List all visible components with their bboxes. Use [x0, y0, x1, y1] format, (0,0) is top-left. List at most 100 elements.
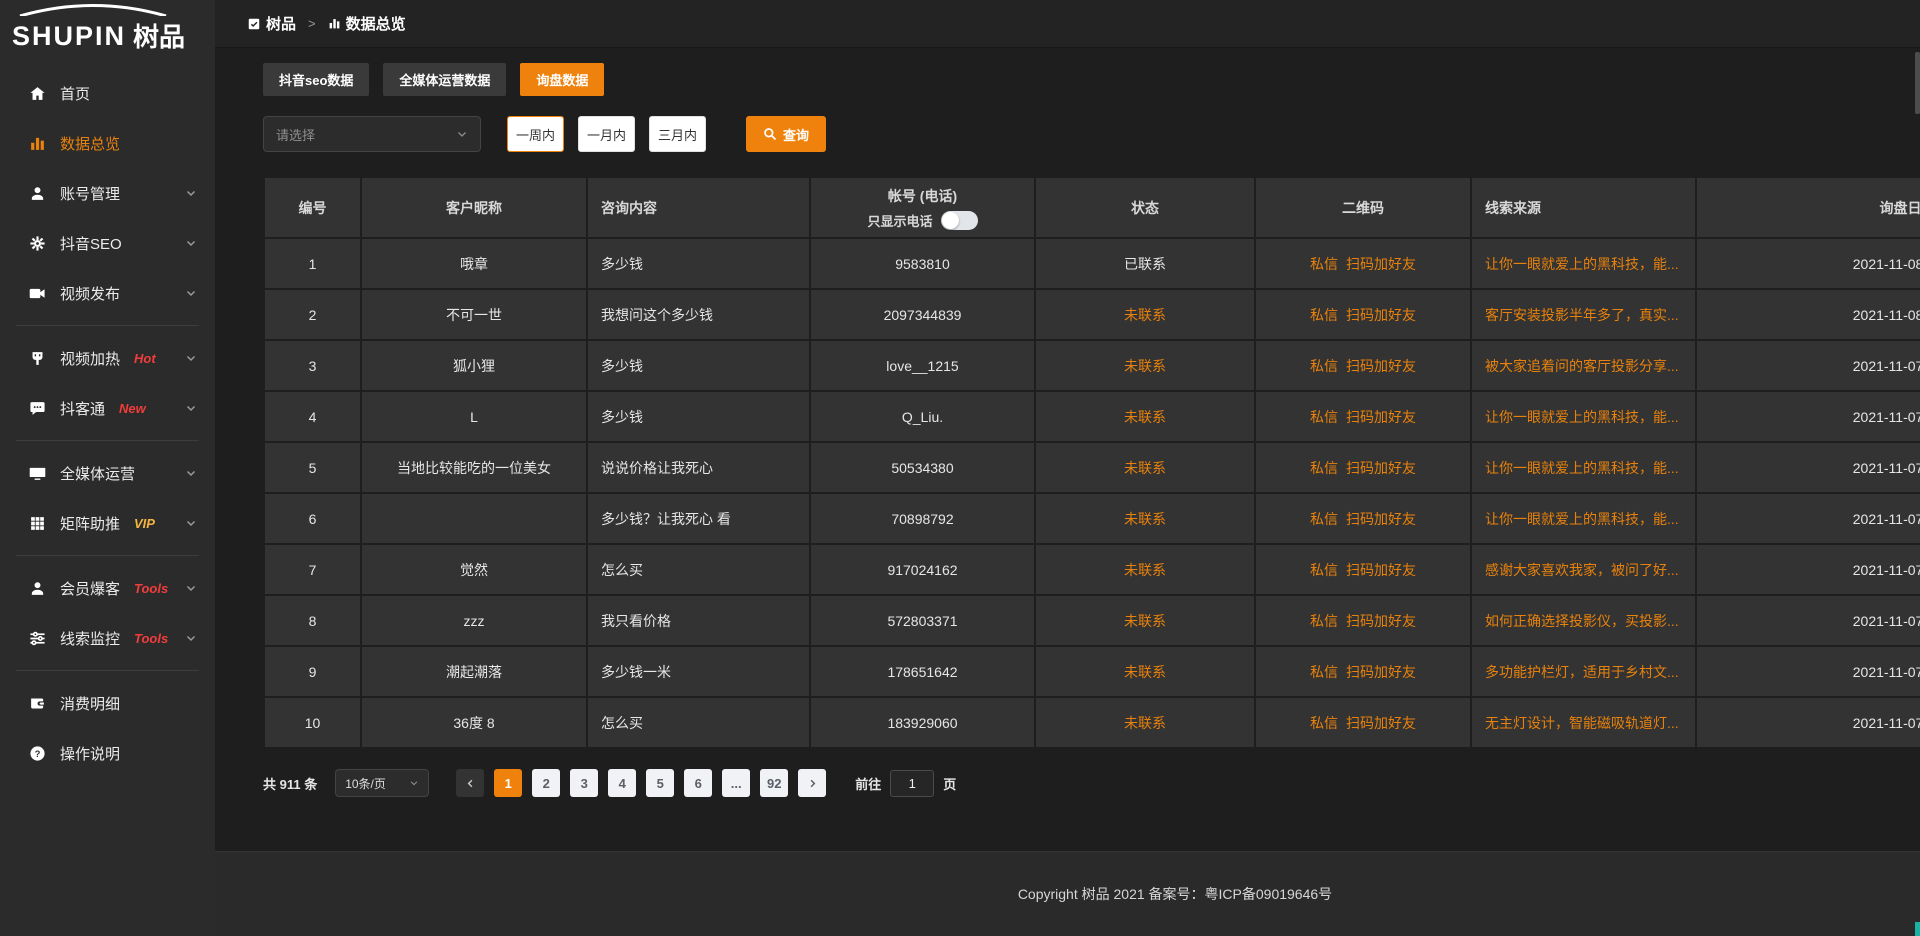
sidebar-item-member-baoke[interactable]: 会员爆客 Tools [0, 563, 215, 613]
sidebar-item-consumption-details[interactable]: 消费明细 [0, 678, 215, 728]
page-button-2[interactable]: 2 [532, 769, 560, 797]
search-button[interactable]: 查询 [746, 116, 826, 152]
table-row: 3 狐小狸 多少钱 love__1215 未联系 私信扫码加好友 被大家追着问的… [264, 340, 1920, 391]
page-button-4[interactable]: 4 [608, 769, 636, 797]
cell-source-link[interactable]: 无主灯设计，智能磁吸轨道灯... [1471, 697, 1696, 748]
scan-add-friend-link[interactable]: 扫码加好友 [1346, 256, 1416, 272]
sidebar-item-matrix-boost[interactable]: 矩阵助推 VIP [0, 498, 215, 548]
cell-source-link[interactable]: 让你一眼就爱上的黑科技，能... [1471, 391, 1696, 442]
cell-source-link[interactable]: 让你一眼就爱上的黑科技，能... [1471, 238, 1696, 289]
private-message-link[interactable]: 私信 [1310, 664, 1338, 680]
cell-account: love__1215 [810, 340, 1035, 391]
sidebar-item-home[interactable]: 首页 [0, 68, 215, 118]
private-message-link[interactable]: 私信 [1310, 613, 1338, 629]
page-button-1[interactable]: 1 [494, 769, 522, 797]
range-one-week-button[interactable]: 一周内 [507, 116, 564, 152]
col-header-source: 线索来源 [1471, 177, 1696, 238]
cell-content: 我只看价格 [587, 595, 810, 646]
scrollbar-thumb[interactable] [1915, 52, 1920, 114]
cell-source-link[interactable]: 让你一眼就爱上的黑科技，能... [1471, 442, 1696, 493]
sidebar-item-video-heating[interactable]: 视频加热 Hot [0, 333, 215, 383]
status-badge: 未联系 [1035, 544, 1255, 595]
range-one-month-button[interactable]: 一月内 [578, 116, 635, 152]
col-header-qrcode: 二维码 [1255, 177, 1471, 238]
page-button-6[interactable]: 6 [684, 769, 712, 797]
sidebar-item-label: 视频发布 [60, 283, 120, 304]
private-message-link[interactable]: 私信 [1310, 358, 1338, 374]
goto-page-input[interactable] [890, 770, 934, 797]
cell-source-link[interactable]: 如何正确选择投影仪，买投影... [1471, 595, 1696, 646]
cell-qrcode: 私信扫码加好友 [1255, 442, 1471, 493]
chevron-down-icon [409, 778, 419, 788]
table-row: 10 36度 8 怎么买 183929060 未联系 私信扫码加好友 无主灯设计… [264, 697, 1920, 748]
cell-source-link[interactable]: 让你一眼就爱上的黑科技，能... [1471, 493, 1696, 544]
chevron-down-icon [456, 128, 468, 140]
page-button-3[interactable]: 3 [570, 769, 598, 797]
table-row: 8 zzz 我只看价格 572803371 未联系 私信扫码加好友 如何正确选择… [264, 595, 1920, 646]
scan-add-friend-link[interactable]: 扫码加好友 [1346, 664, 1416, 680]
sidebar-item-data-overview[interactable]: 数据总览 [0, 118, 215, 168]
sidebar-divider [16, 555, 199, 556]
private-message-link[interactable]: 私信 [1310, 307, 1338, 323]
cell-qrcode: 私信扫码加好友 [1255, 697, 1471, 748]
cell-date: 2021-11-07 20:39 [1696, 646, 1920, 697]
cell-source-link[interactable]: 客厅安装投影半年多了，真实... [1471, 289, 1696, 340]
scan-add-friend-link[interactable]: 扫码加好友 [1346, 409, 1416, 425]
tab-omnimedia-data[interactable]: 全媒体运营数据 [383, 63, 506, 96]
cell-qrcode: 私信扫码加好友 [1255, 646, 1471, 697]
sidebar-item-douyin-seo[interactable]: 抖音SEO [0, 218, 215, 268]
page-size-select[interactable]: 10条/页 [335, 769, 429, 797]
next-page-button[interactable] [798, 769, 826, 797]
private-message-link[interactable]: 私信 [1310, 511, 1338, 527]
breadcrumb-root[interactable]: 树品 [266, 13, 296, 34]
chevron-down-icon [185, 582, 197, 594]
search-icon [763, 127, 777, 141]
sidebar-item-lead-monitoring[interactable]: 线索监控 Tools [0, 613, 215, 663]
status-badge: 未联系 [1035, 340, 1255, 391]
cell-source-link[interactable]: 多功能护栏灯，适用于乡村文... [1471, 646, 1696, 697]
cell-date: 2021-11-07 20:37 [1696, 697, 1920, 748]
prev-page-button[interactable] [456, 769, 484, 797]
scan-add-friend-link[interactable]: 扫码加好友 [1346, 715, 1416, 731]
table-row: 1 哦章 多少钱 9583810 已联系 私信扫码加好友 让你一眼就爱上的黑科技… [264, 238, 1920, 289]
cell-content: 多少钱？让我死心 看 [587, 493, 810, 544]
private-message-link[interactable]: 私信 [1310, 460, 1338, 476]
sidebar-nav: 首页 数据总览 账号管理 抖音SEO 视频发布 视频加热 Hot [0, 58, 215, 778]
tab-inquiry-data[interactable]: 询盘数据 [520, 63, 604, 96]
page-button-5[interactable]: 5 [646, 769, 674, 797]
sidebar-item-video-publish[interactable]: 视频发布 [0, 268, 215, 318]
scan-add-friend-link[interactable]: 扫码加好友 [1346, 562, 1416, 578]
sidebar-item-omnimedia-operation[interactable]: 全媒体运营 [0, 448, 215, 498]
pagination: 共 911 条 10条/页 1 2 3 4 5 6 ... 92 前往 页 [263, 769, 1920, 797]
scan-add-friend-link[interactable]: 扫码加好友 [1346, 511, 1416, 527]
scan-add-friend-link[interactable]: 扫码加好友 [1346, 460, 1416, 476]
tab-douyin-seo-data[interactable]: 抖音seo数据 [263, 63, 369, 96]
scan-add-friend-link[interactable]: 扫码加好友 [1346, 613, 1416, 629]
sidebar-item-operation-guide[interactable]: ? 操作说明 [0, 728, 215, 778]
cell-source-link[interactable]: 被大家追着问的客厅投影分享... [1471, 340, 1696, 391]
status-badge: 未联系 [1035, 697, 1255, 748]
phone-only-toggle[interactable] [941, 211, 978, 230]
account-filter-select[interactable]: 请选择 [263, 116, 481, 152]
range-three-months-button[interactable]: 三月内 [649, 116, 706, 152]
scan-add-friend-link[interactable]: 扫码加好友 [1346, 307, 1416, 323]
cell-account: 183929060 [810, 697, 1035, 748]
sidebar-item-label: 全媒体运营 [60, 463, 135, 484]
scan-add-friend-link[interactable]: 扫码加好友 [1346, 358, 1416, 374]
sidebar-item-label: 消费明细 [60, 693, 120, 714]
chevron-down-icon [185, 632, 197, 644]
sidebar-divider [16, 670, 199, 671]
cell-content: 多少钱 [587, 340, 810, 391]
page-ellipsis-button[interactable]: ... [722, 769, 750, 797]
page-button-92[interactable]: 92 [760, 769, 788, 797]
private-message-link[interactable]: 私信 [1310, 562, 1338, 578]
col-header-content: 咨询内容 [587, 177, 810, 238]
sidebar-item-doukertong[interactable]: 抖客通 New [0, 383, 215, 433]
sidebar-divider [16, 440, 199, 441]
private-message-link[interactable]: 私信 [1310, 256, 1338, 272]
private-message-link[interactable]: 私信 [1310, 715, 1338, 731]
cell-no: 7 [264, 544, 361, 595]
private-message-link[interactable]: 私信 [1310, 409, 1338, 425]
sidebar-item-account-management[interactable]: 账号管理 [0, 168, 215, 218]
cell-source-link[interactable]: 感谢大家喜欢我家，被问了好... [1471, 544, 1696, 595]
